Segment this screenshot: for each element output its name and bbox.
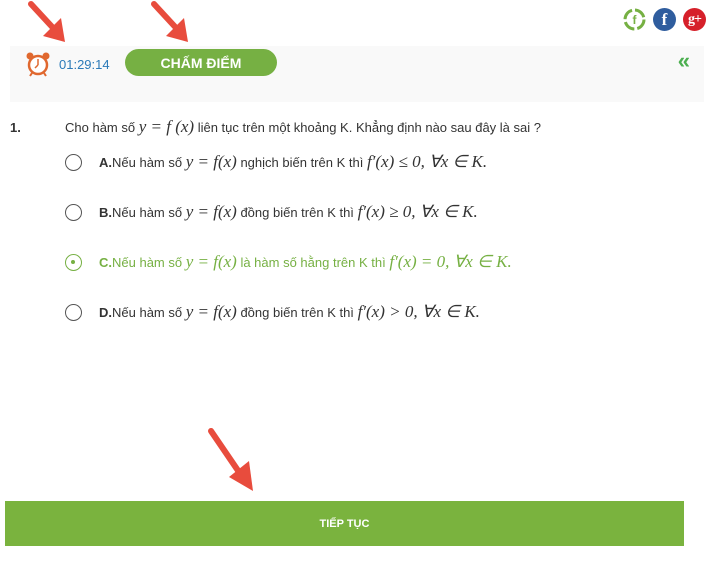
timer: 01:29:14: [25, 51, 110, 77]
radio-b[interactable]: [65, 203, 82, 221]
grade-button[interactable]: CHẤM ĐIỂM: [125, 49, 277, 76]
alarm-clock-icon: [26, 52, 50, 77]
google-plus-icon[interactable]: g+: [683, 8, 706, 31]
question-text: Cho hàm số y = f (x) liên tục trên một k…: [65, 117, 541, 136]
continue-button[interactable]: TIẾP TỤC: [5, 501, 684, 546]
question-number: 1.: [10, 120, 21, 135]
timer-value: 01:29:14: [59, 56, 110, 72]
annotation-arrow-grade: [151, 1, 188, 42]
quiz-header: 01:29:14 CHẤM ĐIỂM «: [10, 46, 704, 102]
question-math: y = f (x): [138, 117, 195, 136]
option-d[interactable]: D. Nếu hàm số y = f(x) đồng biến trên K …: [65, 302, 480, 322]
collapse-double-chevron-icon[interactable]: «: [678, 50, 690, 72]
option-b[interactable]: B. Nếu hàm số y = f(x) đồng biến trên K …: [65, 202, 478, 222]
radio-a[interactable]: [65, 153, 82, 171]
social-links: f f g+: [623, 8, 706, 31]
fanpage-icon[interactable]: f: [623, 8, 646, 31]
svg-text:f: f: [633, 13, 638, 27]
option-a[interactable]: A. Nếu hàm số y = f(x) nghịch biến trên …: [65, 152, 487, 172]
question: 1. Cho hàm số y = f (x) liên tục trên mộ…: [10, 117, 700, 137]
facebook-icon[interactable]: f: [653, 8, 676, 31]
annotation-arrow-timer: [28, 1, 65, 42]
radio-d[interactable]: [65, 303, 82, 321]
radio-c[interactable]: [65, 253, 82, 271]
option-c[interactable]: C. Nếu hàm số y = f(x) là hàm số hằng tr…: [65, 252, 512, 272]
annotation-arrow-continue: [208, 428, 253, 491]
